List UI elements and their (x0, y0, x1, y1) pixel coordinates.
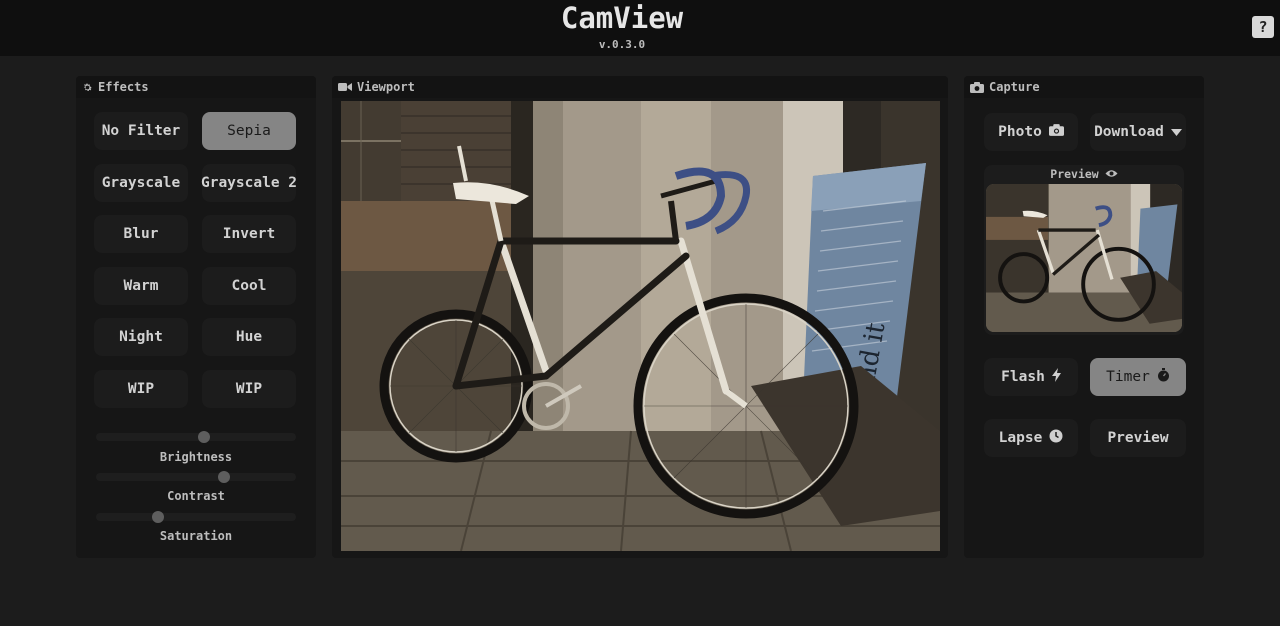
viewport-panel-header: Viewport (332, 76, 948, 98)
contrast-slider[interactable] (96, 471, 296, 483)
filter-button-blur[interactable]: Blur (94, 215, 188, 253)
filter-button-hue[interactable]: Hue (202, 318, 296, 356)
filter-button-sepia[interactable]: Sepia (202, 112, 296, 150)
capture-panel: Capture Photo Download Preview Flash Tim… (964, 76, 1204, 558)
effects-title: Effects (98, 80, 149, 94)
lapse-button[interactable]: Lapse (984, 419, 1078, 457)
app-title: CamView (560, 1, 684, 35)
effects-panel-header: Effects (76, 76, 316, 98)
filter-button-wip-2[interactable]: WIP (202, 370, 296, 408)
help-button[interactable]: ? (1252, 16, 1274, 38)
contrast-slider-thumb[interactable] (218, 471, 230, 483)
saturation-slider-thumb[interactable] (152, 511, 164, 523)
video-camera-icon (338, 82, 352, 92)
timer-label: Timer (1106, 369, 1150, 385)
eye-icon (1105, 167, 1118, 181)
brightness-label: Brightness (159, 450, 233, 464)
photo-button[interactable]: Photo (984, 113, 1078, 151)
camera-icon (1048, 124, 1064, 140)
clock-icon (1049, 429, 1063, 447)
capture-title: Capture (989, 80, 1040, 94)
saturation-label: Saturation (159, 529, 233, 543)
capture-panel-header: Capture (964, 76, 1204, 98)
viewport-panel: Viewport find it (332, 76, 948, 558)
lapse-label: Lapse (998, 430, 1043, 446)
flash-label: Flash (1001, 369, 1045, 385)
photo-button-label: Photo (998, 124, 1042, 140)
app-header: CamView v.0.3.0 ? (0, 0, 1280, 56)
timer-button[interactable]: Timer (1090, 358, 1186, 396)
filter-button-cool[interactable]: Cool (202, 267, 296, 305)
stopwatch-icon (1157, 368, 1170, 386)
filter-button-invert[interactable]: Invert (202, 215, 296, 253)
effects-panel: Effects No Filter Sepia Grayscale Graysc… (76, 76, 316, 558)
contrast-label: Contrast (167, 489, 225, 503)
preview-label: Preview (984, 167, 1184, 181)
filter-button-grayscale-2[interactable]: Grayscale 2 (201, 164, 297, 202)
preview-title: Preview (1050, 167, 1099, 181)
flash-button[interactable]: Flash (984, 358, 1078, 396)
download-dropdown[interactable]: Download (1090, 113, 1186, 151)
preview-button[interactable]: Preview (1090, 419, 1186, 457)
brightness-slider-thumb[interactable] (198, 431, 210, 443)
camera-feed: find it (341, 101, 940, 551)
filter-button-grayscale[interactable]: Grayscale (94, 164, 188, 202)
download-label: Download (1094, 124, 1164, 140)
filter-button-night[interactable]: Night (94, 318, 188, 356)
filter-button-wip-1[interactable]: WIP (94, 370, 188, 408)
filter-button-no-filter[interactable]: No Filter (94, 112, 188, 150)
app-version: v.0.3.0 (598, 38, 646, 51)
saturation-slider[interactable] (96, 511, 296, 523)
brightness-slider[interactable] (96, 431, 296, 443)
bolt-icon (1051, 368, 1061, 386)
camera-icon (970, 81, 984, 93)
preview-thumbnail[interactable] (986, 184, 1182, 332)
preview-card: Preview (984, 165, 1184, 335)
chevron-down-icon (1170, 124, 1182, 140)
gear-icon (82, 82, 93, 93)
filter-button-warm[interactable]: Warm (94, 267, 188, 305)
viewport-title: Viewport (357, 80, 415, 94)
